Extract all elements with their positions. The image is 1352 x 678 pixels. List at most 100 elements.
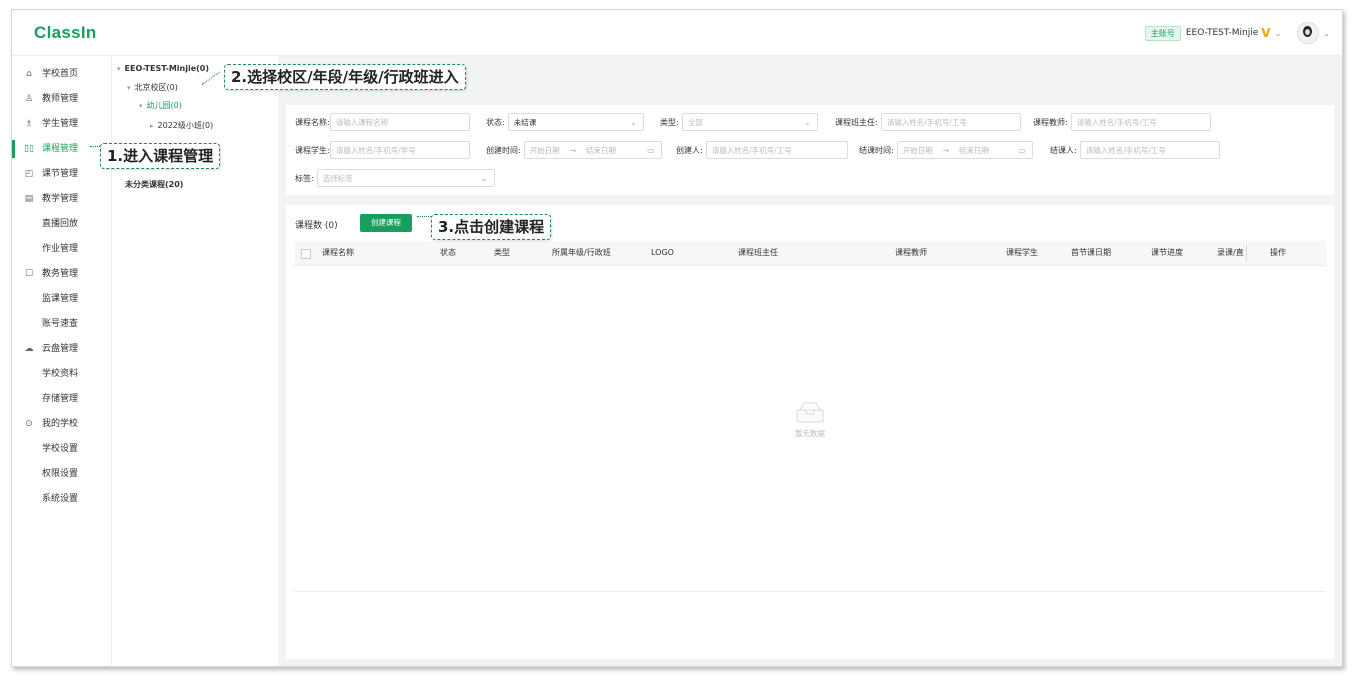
tree-node-uncategorized[interactable]: 未分类课程(20) (125, 179, 183, 190)
cloud-icon: ☁ (24, 344, 34, 354)
col-progress[interactable]: 课节进度 (1151, 241, 1183, 265)
callout-connector (90, 146, 100, 147)
sidebar-item-cloud[interactable]: ☁ 云盘管理 (12, 338, 111, 360)
col-first-lesson-date[interactable]: 首节课日期 (1071, 241, 1111, 265)
sidebar-item-label: 学校资料 (42, 369, 79, 379)
creator-input[interactable]: 请输入姓名/手机号/工号 (705, 141, 848, 159)
course-list-panel: 课程数 (0) 创建课程 课程名称 状态 类型 所属年级/行政班 LOGO 课程… (286, 205, 1334, 659)
sidebar-item-label: 直播回放 (42, 219, 79, 229)
created-time-range[interactable]: 开始日期 → 结束日期 ▭ (523, 141, 662, 159)
classin-logo[interactable]: ClassIn (34, 23, 97, 43)
select-all-checkbox[interactable] (301, 249, 311, 259)
sidebar-item-label: 权限设置 (42, 469, 79, 479)
main-content: 课程名称: 请输入课程名称 状态: 未结课 ⌄ 类型: 全部 ⌄ 课程班主任: 请输… (278, 56, 1342, 666)
create-course-button[interactable]: 创建课程 (360, 214, 412, 232)
caret-down-icon[interactable]: ▾ (127, 84, 131, 92)
sidebar-item-label: 课节管理 (42, 169, 79, 179)
sidebar-item-account-lookup[interactable]: 账号速查 (12, 313, 111, 335)
empty-state: 暂无数据 (286, 401, 1334, 439)
table-header: 课程名称 状态 类型 所属年级/行政班 LOGO 课程班主任 课程教师 课程学生… (294, 241, 1326, 266)
empty-text: 暂无数据 (795, 429, 825, 438)
filter-head-teacher: 课程班主任: 请输入姓名/手机号/工号 (835, 113, 1021, 131)
head-teacher-input[interactable]: 请输入姓名/手机号/工号 (880, 113, 1021, 131)
course-name-input[interactable]: 请输入课程名称 (329, 113, 470, 131)
sidebar-item-students[interactable]: ♗ 学生管理 (12, 113, 111, 135)
closer-input[interactable]: 请输入姓名/手机号/工号 (1079, 141, 1220, 159)
col-head-teacher[interactable]: 课程班主任 (738, 241, 778, 265)
caret-down-icon[interactable]: ▾ (117, 65, 121, 73)
col-student[interactable]: 课程学生 (1006, 241, 1038, 265)
filter-created-time: 创建时间: 开始日期 → 结束日期 ▭ (486, 141, 662, 159)
callout-step2: 2.选择校区/年段/年级/行政班进入 (224, 64, 466, 90)
sidebar-item-system-settings[interactable]: 系统设置 (12, 488, 111, 510)
col-teacher[interactable]: 课程教师 (895, 241, 927, 265)
sidebar-item-courses[interactable]: ▯▯ 课程管理 (12, 138, 111, 160)
col-course-name[interactable]: 课程名称 (322, 241, 354, 265)
book-icon: ▯▯ (24, 144, 34, 154)
sidebar-item-lessons[interactable]: ◰ 课节管理 (12, 163, 111, 185)
tree-node-class[interactable]: ▸ 2022级小班(0) (150, 120, 213, 131)
teacher-input[interactable]: 请输入姓名/手机号/工号 (1070, 113, 1211, 131)
account-chevron-icon[interactable]: ⌄ (1275, 29, 1282, 38)
col-logo[interactable]: LOGO (651, 241, 674, 265)
avatar-chevron-icon[interactable]: ⌄ (1323, 29, 1330, 38)
app-window: ClassIn 主账号 EEO-TEST-Minjie V ⌄ ⌄ ⌂ 学校首页… (11, 9, 1343, 667)
sidebar-item-teaching[interactable]: ▤ 教学管理 (12, 188, 111, 210)
top-bar: ClassIn 主账号 EEO-TEST-Minjie V ⌄ ⌄ (12, 10, 1342, 56)
account-area: 主账号 EEO-TEST-Minjie V ⌄ ⌄ (1144, 22, 1330, 44)
filter-panel: 课程名称: 请输入课程名称 状态: 未结课 ⌄ 类型: 全部 ⌄ 课程班主任: 请输… (286, 105, 1334, 195)
sidebar-item-school-settings[interactable]: 学校设置 (12, 438, 111, 460)
filter-course-name: 课程名称: 请输入课程名称 (295, 113, 470, 131)
tag-select[interactable]: 选择标签 ⌄ (316, 169, 495, 187)
col-grade-class[interactable]: 所属年级/行政班 (552, 241, 611, 265)
sidebar: ⌂ 学校首页 ♙ 教师管理 ♗ 学生管理 ▯▯ 课程管理 ◰ 课节管理 ▤ 教学… (12, 56, 112, 666)
sidebar-item-label: 教学管理 (42, 194, 79, 204)
tree-node-campus[interactable]: ▾ 北京校区(0) (127, 82, 178, 93)
closed-time-range[interactable]: 开始日期 → 结束日期 ▭ (896, 141, 1033, 159)
sidebar-item-teachers[interactable]: ♙ 教师管理 (12, 88, 111, 110)
tree-node-root[interactable]: ▾ EEO-TEST-Minjie(0) (117, 64, 209, 73)
callout-step1: 1.进入课程管理 (100, 143, 221, 169)
filter-teacher: 课程教师: 请输入姓名/手机号/工号 (1033, 113, 1211, 131)
sidebar-item-storage[interactable]: 存储管理 (12, 388, 111, 410)
avatar[interactable] (1297, 22, 1320, 44)
sidebar-item-label: 课程管理 (42, 144, 79, 154)
sidebar-item-label: 作业管理 (42, 244, 79, 254)
col-recording[interactable]: 录课/直 (1217, 241, 1244, 265)
filter-type: 类型: 全部 ⌄ (660, 113, 818, 131)
col-status[interactable]: 状态 (440, 241, 456, 265)
student-input[interactable]: 请输入姓名/手机号/学号 (329, 141, 470, 159)
calendar-icon: ▭ (647, 145, 655, 155)
sidebar-item-school-files[interactable]: 学校资料 (12, 363, 111, 385)
sidebar-item-label: 我的学校 (42, 419, 79, 429)
filter-creator: 创建人: 请输入姓名/手机号/工号 (676, 141, 848, 159)
account-name[interactable]: EEO-TEST-Minjie (1186, 28, 1258, 38)
sidebar-item-replay[interactable]: 直播回放 (12, 213, 111, 235)
col-type[interactable]: 类型 (494, 241, 510, 265)
sidebar-item-permissions[interactable]: 权限设置 (12, 463, 111, 485)
caret-right-icon[interactable]: ▸ (150, 122, 154, 130)
sidebar-item-label: 学校首页 (42, 69, 79, 79)
role-badge: 主账号 (1144, 25, 1181, 41)
sidebar-item-label: 存储管理 (42, 394, 79, 404)
sidebar-item-homework[interactable]: 作业管理 (12, 238, 111, 260)
teaching-icon: ▤ (24, 194, 34, 204)
school-icon: ⊙ (25, 419, 33, 429)
caret-down-icon[interactable]: ▾ (139, 102, 143, 110)
tree-node-grade[interactable]: ▾ 幼儿园(0) (139, 100, 182, 111)
sidebar-item-label: 系统设置 (42, 494, 79, 504)
course-count: 课程数 (0) (295, 221, 338, 231)
col-actions[interactable]: 操作 (1270, 241, 1286, 265)
sidebar-item-my-school[interactable]: ⊙ 我的学校 (12, 413, 111, 435)
sidebar-item-monitor[interactable]: 监课管理 (12, 288, 111, 310)
type-select[interactable]: 全部 ⌄ (681, 113, 818, 131)
sidebar-item-home[interactable]: ⌂ 学校首页 (12, 63, 111, 85)
sidebar-item-label: 学生管理 (42, 119, 79, 129)
vip-icon: V (1261, 26, 1271, 40)
lesson-icon: ◰ (24, 169, 34, 179)
sidebar-item-academic[interactable]: ☐ 教务管理 (12, 263, 111, 285)
sidebar-item-label: 监课管理 (42, 294, 79, 304)
calendar-icon: ▭ (1018, 145, 1026, 155)
column-divider[interactable] (1246, 245, 1247, 261)
status-select[interactable]: 未结课 ⌄ (507, 113, 644, 131)
